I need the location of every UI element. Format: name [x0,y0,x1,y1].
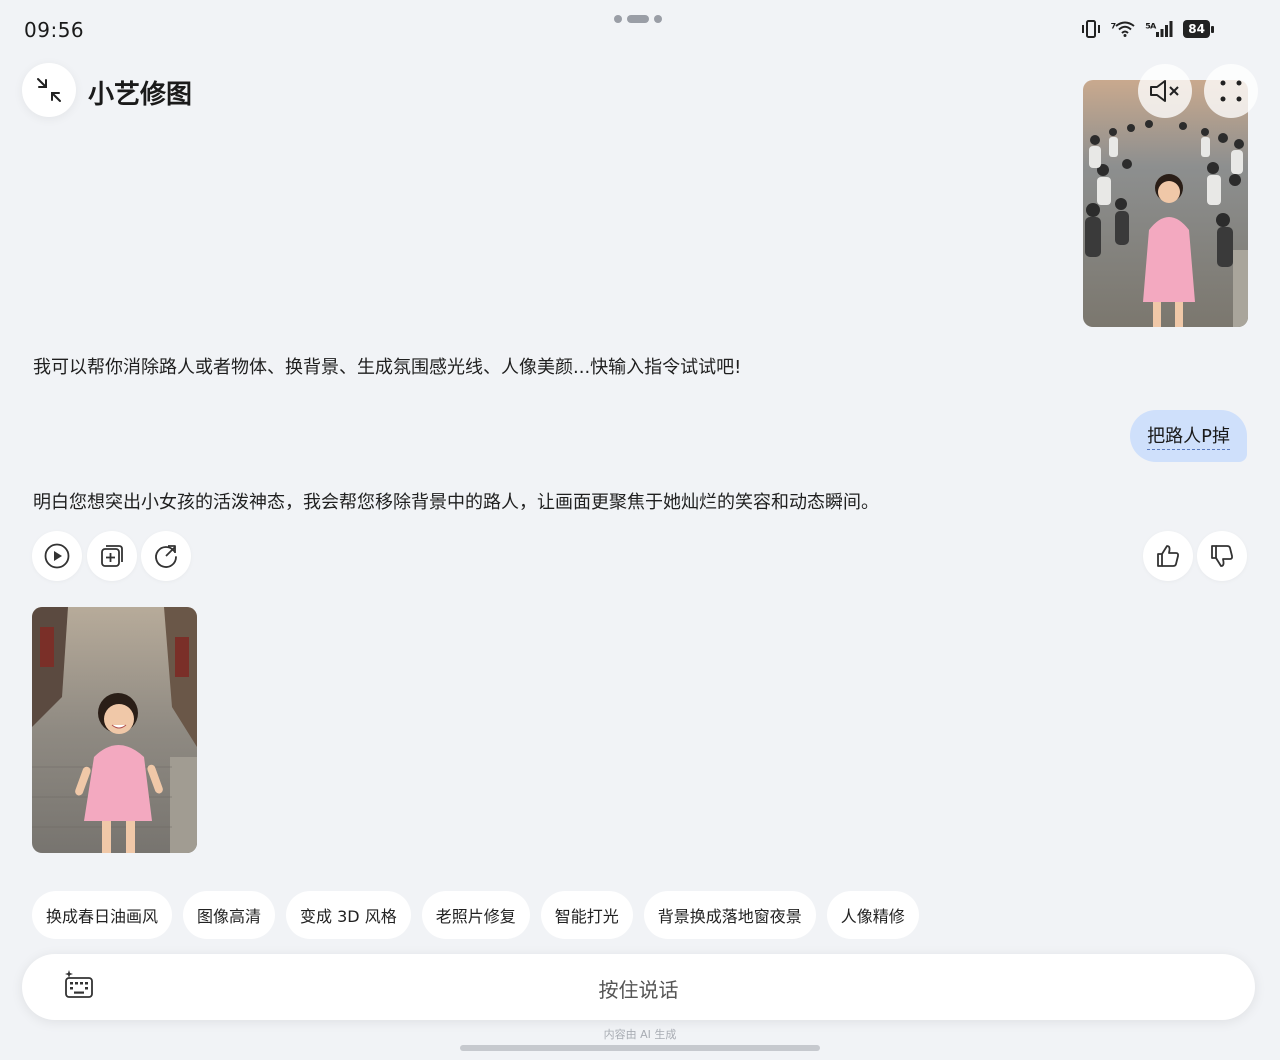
suggestion-chips: 换成春日油画风 图像高清 变成 3D 风格 老照片修复 智能打光 背景换成落地窗… [32,891,919,939]
hold-to-talk-label: 按住说话 [598,978,679,1002]
status-icons: ⁷ ⁵ᴬ 84 [1081,20,1214,38]
suggestion-chip[interactable]: 老照片修复 [421,891,530,939]
collapse-button[interactable] [22,63,76,117]
suggestion-chip[interactable]: 变成 3D 风格 [286,891,411,939]
mute-button[interactable] [1138,64,1192,118]
thumbs-down-icon [1211,545,1233,567]
cellular-network-label: ⁵ᴬ [1145,21,1156,37]
suggestion-chip[interactable]: 智能打光 [540,891,633,939]
collapse-icon [37,78,61,102]
suggestion-chip[interactable]: 图像高清 [183,891,276,939]
play-icon [44,543,70,569]
user-message-bubble: 把路人P掉 [1130,410,1247,462]
suggestion-chip[interactable]: 人像精修 [826,891,919,939]
assistant-reply-message: 明白您想突出小女孩的活泼神态，我会帮您移除背景中的路人，让画面更聚焦于她灿烂的笑… [33,492,879,513]
battery-icon [1211,25,1214,33]
refresh-icon [155,545,177,568]
more-button[interactable] [1204,64,1258,118]
suggestion-chip[interactable]: 背景换成落地窗夜景 [643,891,816,939]
suggestion-chip[interactable]: 换成春日油画风 [32,891,173,939]
girl-photo-image [32,607,197,853]
more-icon [1220,80,1242,102]
status-time: 09:56 [24,18,85,42]
page-title: 小艺修图 [88,80,193,110]
window-handle[interactable] [614,15,662,23]
dislike-button[interactable] [1197,531,1247,581]
add-copy-button[interactable] [87,531,137,581]
vibrate-icon [1081,20,1100,38]
add-copy-icon [101,545,123,567]
play-button[interactable] [32,531,82,581]
signal-icon [1156,21,1173,37]
thumbs-up-icon [1157,545,1179,567]
hold-to-talk-bar[interactable]: 按住说话 [22,954,1255,1020]
like-button[interactable] [1143,531,1193,581]
battery-level: 84 [1183,20,1210,38]
ai-generated-note: 内容由 AI 生成 [603,1028,677,1041]
edited-photo[interactable] [32,607,197,853]
wifi-icon [1115,21,1135,37]
assistant-intro-message: 我可以帮你消除路人或者物体、换背景、生成氛围感光线、人像美颜...快输入指令试试… [33,357,742,378]
user-message-text: 把路人P掉 [1147,422,1230,450]
home-indicator[interactable] [460,1045,820,1051]
mute-speaker-icon [1150,80,1179,102]
regenerate-button[interactable] [141,531,191,581]
